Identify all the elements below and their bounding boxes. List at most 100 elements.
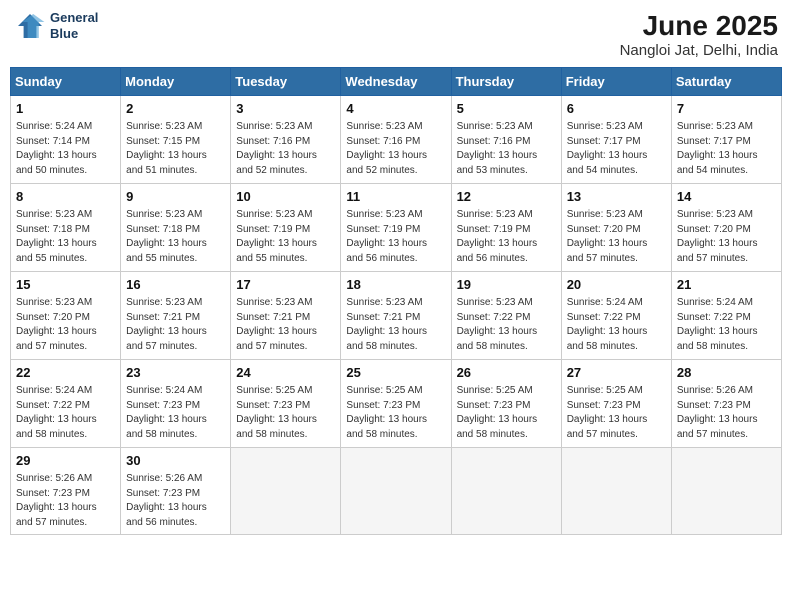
day-info: Sunrise: 5:26 AMSunset: 7:23 PMDaylight:…: [677, 385, 758, 440]
table-row: 1 Sunrise: 5:24 AMSunset: 7:14 PMDayligh…: [11, 96, 121, 184]
day-number: 27: [567, 364, 666, 382]
day-info: Sunrise: 5:23 AMSunset: 7:18 PMDaylight:…: [126, 209, 207, 264]
day-number: 6: [567, 100, 666, 118]
day-info: Sunrise: 5:23 AMSunset: 7:19 PMDaylight:…: [346, 209, 427, 264]
day-number: 15: [16, 276, 115, 294]
day-info: Sunrise: 5:23 AMSunset: 7:15 PMDaylight:…: [126, 121, 207, 176]
day-number: 20: [567, 276, 666, 294]
logo-line2: Blue: [50, 26, 98, 42]
col-tuesday: Tuesday: [231, 68, 341, 96]
day-info: Sunrise: 5:23 AMSunset: 7:20 PMDaylight:…: [16, 297, 97, 352]
table-row: 21 Sunrise: 5:24 AMSunset: 7:22 PMDaylig…: [671, 272, 781, 360]
day-info: Sunrise: 5:23 AMSunset: 7:20 PMDaylight:…: [677, 209, 758, 264]
col-sunday: Sunday: [11, 68, 121, 96]
day-number: 10: [236, 188, 335, 206]
table-row: 7 Sunrise: 5:23 AMSunset: 7:17 PMDayligh…: [671, 96, 781, 184]
day-info: Sunrise: 5:24 AMSunset: 7:22 PMDaylight:…: [567, 297, 648, 352]
table-row: 6 Sunrise: 5:23 AMSunset: 7:17 PMDayligh…: [561, 96, 671, 184]
calendar-week-row: 29 Sunrise: 5:26 AMSunset: 7:23 PMDaylig…: [11, 448, 782, 535]
day-number: 30: [126, 452, 225, 470]
day-info: Sunrise: 5:24 AMSunset: 7:22 PMDaylight:…: [677, 297, 758, 352]
calendar-table: Sunday Monday Tuesday Wednesday Thursday…: [10, 67, 782, 535]
day-number: 28: [677, 364, 776, 382]
calendar-week-row: 8 Sunrise: 5:23 AMSunset: 7:18 PMDayligh…: [11, 184, 782, 272]
table-row: 14 Sunrise: 5:23 AMSunset: 7:20 PMDaylig…: [671, 184, 781, 272]
logo: General Blue: [14, 10, 98, 42]
day-info: Sunrise: 5:25 AMSunset: 7:23 PMDaylight:…: [567, 385, 648, 440]
day-number: 21: [677, 276, 776, 294]
day-number: 25: [346, 364, 445, 382]
table-row: 30 Sunrise: 5:26 AMSunset: 7:23 PMDaylig…: [121, 448, 231, 535]
table-row: 18 Sunrise: 5:23 AMSunset: 7:21 PMDaylig…: [341, 272, 451, 360]
table-row: 12 Sunrise: 5:23 AMSunset: 7:19 PMDaylig…: [451, 184, 561, 272]
calendar-week-row: 1 Sunrise: 5:24 AMSunset: 7:14 PMDayligh…: [11, 96, 782, 184]
table-row: 13 Sunrise: 5:23 AMSunset: 7:20 PMDaylig…: [561, 184, 671, 272]
day-info: Sunrise: 5:24 AMSunset: 7:22 PMDaylight:…: [16, 385, 97, 440]
day-info: Sunrise: 5:23 AMSunset: 7:21 PMDaylight:…: [346, 297, 427, 352]
day-info: Sunrise: 5:23 AMSunset: 7:17 PMDaylight:…: [677, 121, 758, 176]
day-info: Sunrise: 5:23 AMSunset: 7:19 PMDaylight:…: [457, 209, 538, 264]
calendar-week-row: 15 Sunrise: 5:23 AMSunset: 7:20 PMDaylig…: [11, 272, 782, 360]
logo-icon: [14, 10, 46, 42]
table-row: 5 Sunrise: 5:23 AMSunset: 7:16 PMDayligh…: [451, 96, 561, 184]
col-monday: Monday: [121, 68, 231, 96]
location: Nangloi Jat, Delhi, India: [620, 42, 778, 59]
table-row: [671, 448, 781, 535]
day-info: Sunrise: 5:24 AMSunset: 7:14 PMDaylight:…: [16, 121, 97, 176]
calendar-header-row: Sunday Monday Tuesday Wednesday Thursday…: [11, 68, 782, 96]
table-row: [451, 448, 561, 535]
table-row: 24 Sunrise: 5:25 AMSunset: 7:23 PMDaylig…: [231, 360, 341, 448]
day-number: 3: [236, 100, 335, 118]
day-number: 19: [457, 276, 556, 294]
table-row: 15 Sunrise: 5:23 AMSunset: 7:20 PMDaylig…: [11, 272, 121, 360]
month-title: June 2025: [620, 10, 778, 42]
day-info: Sunrise: 5:26 AMSunset: 7:23 PMDaylight:…: [16, 473, 97, 528]
day-number: 11: [346, 188, 445, 206]
day-info: Sunrise: 5:23 AMSunset: 7:16 PMDaylight:…: [457, 121, 538, 176]
table-row: 25 Sunrise: 5:25 AMSunset: 7:23 PMDaylig…: [341, 360, 451, 448]
day-number: 22: [16, 364, 115, 382]
table-row: 23 Sunrise: 5:24 AMSunset: 7:23 PMDaylig…: [121, 360, 231, 448]
table-row: [231, 448, 341, 535]
day-info: Sunrise: 5:23 AMSunset: 7:17 PMDaylight:…: [567, 121, 648, 176]
day-info: Sunrise: 5:25 AMSunset: 7:23 PMDaylight:…: [346, 385, 427, 440]
day-info: Sunrise: 5:23 AMSunset: 7:21 PMDaylight:…: [236, 297, 317, 352]
page-header: General Blue June 2025 Nangloi Jat, Delh…: [10, 10, 782, 59]
col-thursday: Thursday: [451, 68, 561, 96]
table-row: 29 Sunrise: 5:26 AMSunset: 7:23 PMDaylig…: [11, 448, 121, 535]
table-row: 22 Sunrise: 5:24 AMSunset: 7:22 PMDaylig…: [11, 360, 121, 448]
day-number: 24: [236, 364, 335, 382]
day-number: 9: [126, 188, 225, 206]
table-row: 11 Sunrise: 5:23 AMSunset: 7:19 PMDaylig…: [341, 184, 451, 272]
table-row: 19 Sunrise: 5:23 AMSunset: 7:22 PMDaylig…: [451, 272, 561, 360]
day-info: Sunrise: 5:25 AMSunset: 7:23 PMDaylight:…: [457, 385, 538, 440]
day-number: 17: [236, 276, 335, 294]
logo-line1: General: [50, 10, 98, 26]
day-info: Sunrise: 5:23 AMSunset: 7:21 PMDaylight:…: [126, 297, 207, 352]
logo-text: General Blue: [50, 10, 98, 41]
day-info: Sunrise: 5:24 AMSunset: 7:23 PMDaylight:…: [126, 385, 207, 440]
table-row: 3 Sunrise: 5:23 AMSunset: 7:16 PMDayligh…: [231, 96, 341, 184]
col-saturday: Saturday: [671, 68, 781, 96]
table-row: 16 Sunrise: 5:23 AMSunset: 7:21 PMDaylig…: [121, 272, 231, 360]
day-number: 14: [677, 188, 776, 206]
table-row: [561, 448, 671, 535]
day-number: 23: [126, 364, 225, 382]
table-row: 9 Sunrise: 5:23 AMSunset: 7:18 PMDayligh…: [121, 184, 231, 272]
day-number: 16: [126, 276, 225, 294]
table-row: 8 Sunrise: 5:23 AMSunset: 7:18 PMDayligh…: [11, 184, 121, 272]
calendar-week-row: 22 Sunrise: 5:24 AMSunset: 7:22 PMDaylig…: [11, 360, 782, 448]
table-row: 27 Sunrise: 5:25 AMSunset: 7:23 PMDaylig…: [561, 360, 671, 448]
table-row: 2 Sunrise: 5:23 AMSunset: 7:15 PMDayligh…: [121, 96, 231, 184]
day-number: 12: [457, 188, 556, 206]
day-number: 26: [457, 364, 556, 382]
day-info: Sunrise: 5:23 AMSunset: 7:19 PMDaylight:…: [236, 209, 317, 264]
day-number: 13: [567, 188, 666, 206]
day-number: 7: [677, 100, 776, 118]
day-number: 4: [346, 100, 445, 118]
day-info: Sunrise: 5:26 AMSunset: 7:23 PMDaylight:…: [126, 473, 207, 528]
table-row: 28 Sunrise: 5:26 AMSunset: 7:23 PMDaylig…: [671, 360, 781, 448]
day-number: 1: [16, 100, 115, 118]
col-friday: Friday: [561, 68, 671, 96]
table-row: 10 Sunrise: 5:23 AMSunset: 7:19 PMDaylig…: [231, 184, 341, 272]
